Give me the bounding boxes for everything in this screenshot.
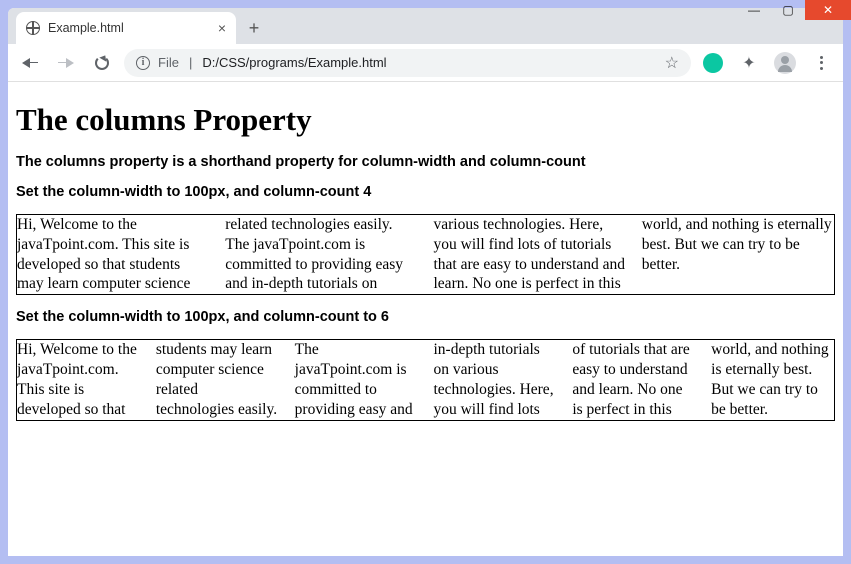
avatar-icon xyxy=(774,52,796,74)
globe-icon xyxy=(26,21,40,35)
extensions-menu-button[interactable]: ✦ xyxy=(735,49,763,77)
browser-window: Example.html × + i File | D:/CSS/program… xyxy=(8,8,843,556)
window-close-button[interactable]: ✕ xyxy=(805,0,851,20)
section-heading-4col: Set the column-width to 100px, and colum… xyxy=(16,184,835,200)
columns-box-4: Hi, Welcome to the javaTpoint.com. This … xyxy=(16,214,835,295)
url-path: D:/CSS/programs/Example.html xyxy=(202,55,386,70)
extension-green-icon xyxy=(703,53,723,73)
url-prefix: File xyxy=(158,55,179,70)
browser-toolbar: i File | D:/CSS/programs/Example.html ☆ … xyxy=(8,44,843,82)
window-maximize-button[interactable]: ▢ xyxy=(771,0,805,20)
address-bar[interactable]: i File | D:/CSS/programs/Example.html ☆ xyxy=(124,49,691,77)
tab-title: Example.html xyxy=(48,21,124,35)
profile-button[interactable] xyxy=(771,49,799,77)
reload-icon xyxy=(95,56,109,70)
page-content: The columns Property The columns propert… xyxy=(8,82,843,556)
section-heading-6col: Set the column-width to 100px, and colum… xyxy=(16,309,835,325)
intro-text: The columns property is a shorthand prop… xyxy=(16,154,835,170)
url-separator: | xyxy=(189,55,192,70)
extension-button[interactable] xyxy=(699,49,727,77)
kebab-icon xyxy=(820,56,823,70)
bookmark-star-icon[interactable]: ☆ xyxy=(665,53,679,73)
forward-button[interactable] xyxy=(52,49,80,77)
browser-menu-button[interactable] xyxy=(807,49,835,77)
page-title: The columns Property xyxy=(16,102,835,138)
back-button[interactable] xyxy=(16,49,44,77)
reload-button[interactable] xyxy=(88,49,116,77)
tab-close-button[interactable]: × xyxy=(218,20,226,36)
tab-active[interactable]: Example.html × xyxy=(16,12,236,44)
new-tab-button[interactable]: + xyxy=(240,14,268,42)
window-minimize-button[interactable]: — xyxy=(737,0,771,20)
window-controls: — ▢ ✕ xyxy=(737,0,851,20)
info-icon: i xyxy=(136,56,150,70)
tab-strip: Example.html × + xyxy=(8,8,843,44)
columns-box-6: Hi, Welcome to the javaTpoint.com. This … xyxy=(16,339,835,420)
